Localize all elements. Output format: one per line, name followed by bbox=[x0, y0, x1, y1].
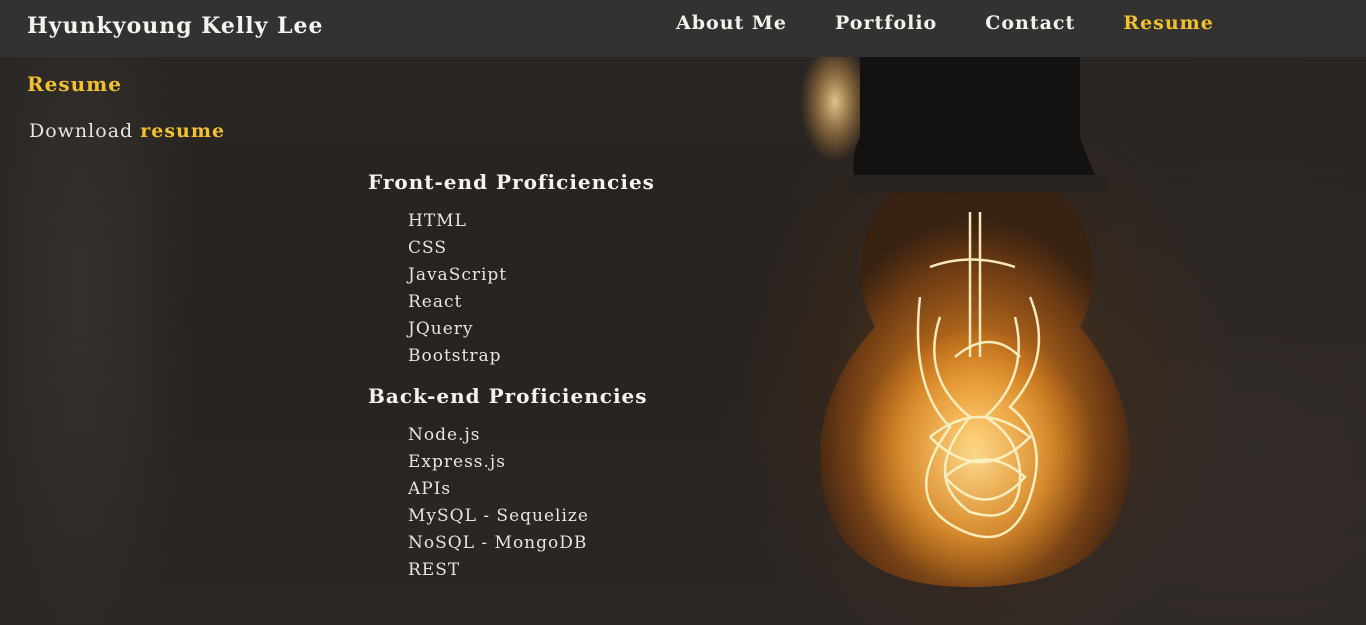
brand-name[interactable]: Hyunkyoung Kelly Lee bbox=[27, 13, 324, 39]
nav-portfolio[interactable]: Portfolio bbox=[835, 12, 937, 34]
page-title: Resume bbox=[27, 72, 123, 96]
list-item: APIs bbox=[408, 479, 452, 499]
list-item: NoSQL - MongoDB bbox=[408, 533, 588, 553]
frontend-list: HTML CSS JavaScript React JQuery Bootstr… bbox=[368, 208, 788, 370]
list-item: Bootstrap bbox=[408, 346, 502, 366]
list-item: JQuery bbox=[408, 319, 474, 339]
list-item: React bbox=[408, 292, 463, 312]
list-item: Node.js bbox=[408, 425, 481, 445]
list-item: Express.js bbox=[408, 452, 506, 472]
list-item: MySQL - Sequelize bbox=[408, 506, 589, 526]
download-line: Download resume bbox=[29, 120, 225, 142]
navbar: Hyunkyoung Kelly Lee About Me Portfolio … bbox=[0, 0, 1366, 57]
list-item: REST bbox=[408, 560, 461, 580]
backend-list: Node.js Express.js APIs MySQL - Sequeliz… bbox=[368, 422, 788, 584]
frontend-heading: Front-end Proficiencies bbox=[368, 170, 655, 194]
resume-download-link[interactable]: resume bbox=[140, 120, 225, 142]
nav-links: About Me Portfolio Contact Resume bbox=[676, 12, 1262, 34]
light-bulb-image bbox=[800, 57, 1130, 587]
nav-resume[interactable]: Resume bbox=[1123, 12, 1214, 34]
list-item: HTML bbox=[408, 211, 467, 231]
backend-heading: Back-end Proficiencies bbox=[368, 384, 648, 408]
download-prefix: Download bbox=[29, 120, 134, 142]
skills-section: Front-end Proficiencies HTML CSS JavaScr… bbox=[368, 170, 788, 598]
list-item: CSS bbox=[408, 238, 448, 258]
nav-about-me[interactable]: About Me bbox=[676, 12, 787, 34]
nav-contact[interactable]: Contact bbox=[985, 12, 1075, 34]
list-item: JavaScript bbox=[408, 265, 508, 285]
